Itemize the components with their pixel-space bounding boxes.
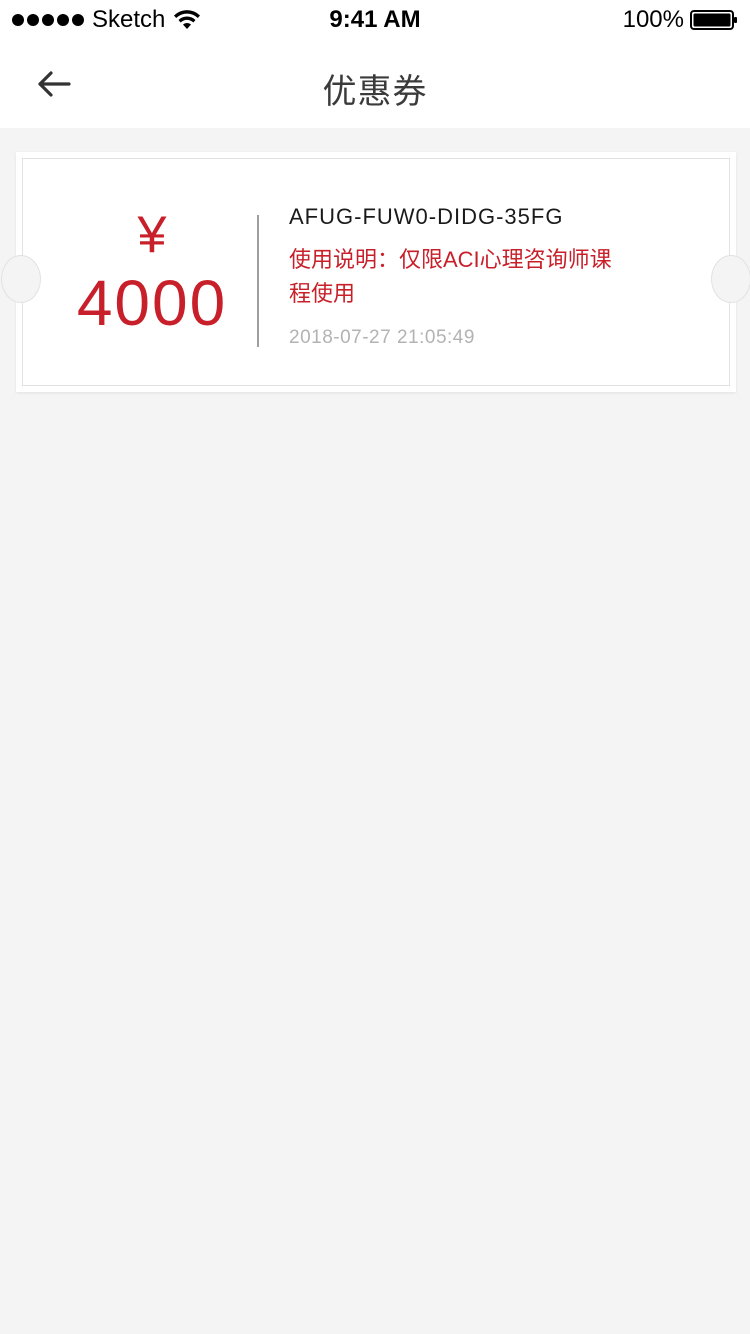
coupon-border: ¥ 4000 AFUG-FUW0-DIDG-35FG 使用说明：仅限ACI心理咨… (1, 158, 750, 386)
coupon-amount-block: ¥ 4000 (57, 207, 247, 339)
coupon-divider (257, 215, 259, 347)
page-title: 优惠券 (322, 73, 428, 111)
coupon-description: 使用说明：仅限ACI心理咨询师课程使用 (289, 247, 612, 306)
battery-percentage: 100% (622, 6, 684, 33)
navigation-bar: 优惠券 (0, 40, 750, 128)
coupon-amount: 4000 (76, 267, 228, 339)
coupon-notch-left (1, 255, 41, 303)
coupon-info: AFUG-FUW0-DIDG-35FG 使用说明：仅限ACI心理咨询师课程使用 … (289, 201, 629, 349)
status-right: 100% (623, 6, 738, 34)
coupon-date: 2018-07-27 21:05:49 (289, 327, 475, 348)
battery-icon (690, 10, 737, 30)
coupon-code: AFUG-FUW0-DIDG-35FG (289, 204, 564, 229)
status-bar: Sketch 9:41 AM 100% (0, 0, 750, 40)
coupon-notch-right (711, 255, 750, 303)
currency-symbol: ¥ (137, 206, 167, 264)
coupon-card[interactable]: ¥ 4000 AFUG-FUW0-DIDG-35FG 使用说明：仅限ACI心理咨… (1, 152, 750, 392)
